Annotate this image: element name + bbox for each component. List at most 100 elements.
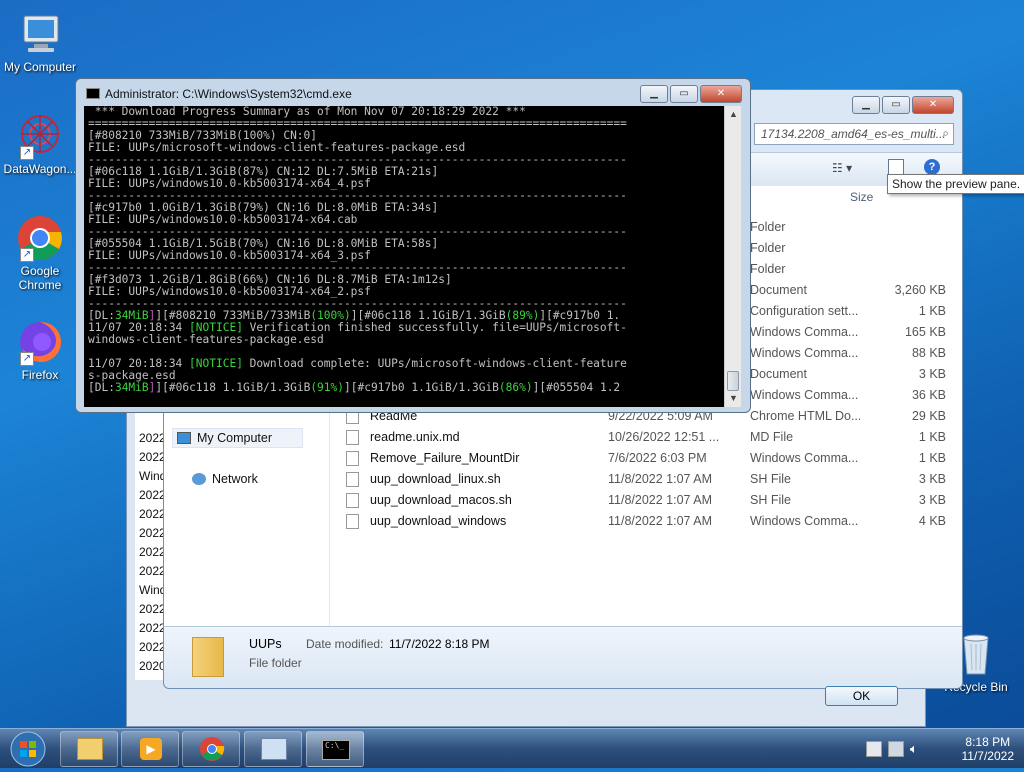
file-size: 1 KB <box>918 451 946 465</box>
scroll-thumb[interactable] <box>727 371 739 391</box>
file-size: 3 KB <box>918 493 946 507</box>
file-date: 11/8/2022 1:07 AM <box>608 493 713 507</box>
file-icon <box>346 472 359 487</box>
chrome-icon <box>200 737 225 761</box>
column-header-size[interactable]: Size <box>850 190 873 204</box>
file-type: Windows Comma... <box>750 325 859 339</box>
window-title: Administrator: C:\Windows\System32\cmd.e… <box>86 87 352 101</box>
nav-item-my-computer[interactable]: My Computer <box>172 428 304 448</box>
nav-item-label: My Computer <box>197 431 273 445</box>
desktop-icon-label: My Computer <box>3 60 77 74</box>
system-tray: 🔈︎ <box>866 741 926 757</box>
file-date: 11/8/2022 1:07 AM <box>608 514 713 528</box>
file-icon <box>346 451 359 466</box>
cmd-icon: C:\_ <box>322 740 350 760</box>
file-name: uup_download_windows <box>370 514 507 528</box>
search-box[interactable]: 17134.2208_amd64_es-es_multi... ⌕ <box>754 123 954 145</box>
close-button[interactable]: ✕ <box>912 96 954 114</box>
file-type: SH File <box>750 493 791 507</box>
shortcut-arrow-icon: ↗ <box>20 248 34 262</box>
search-icon[interactable]: ⌕ <box>942 126 949 141</box>
cmd-window: Administrator: C:\Windows\System32\cmd.e… <box>75 78 751 413</box>
file-row[interactable]: readme.unix.md 10/26/2022 12:51 ... MD Fil… <box>346 427 946 448</box>
maximize-button[interactable]: ▭ <box>882 96 910 114</box>
background-dialog-item: 2022 <box>139 488 166 502</box>
details-pane: UUPs File folder Date modified: 11/7/202… <box>164 626 962 688</box>
firefox-icon: ↗ <box>16 318 64 366</box>
console-output[interactable]: *** Download Progress Summary as of Mon … <box>84 106 724 407</box>
file-row[interactable]: Remove_Failure_MountDir 7/6/2022 6:03 PM W… <box>346 448 946 469</box>
clock-time: 8:18 PM <box>965 735 1011 749</box>
scroll-up-icon[interactable]: ▲ <box>725 106 742 123</box>
scroll-down-icon[interactable]: ▼ <box>725 390 742 407</box>
computer-icon <box>16 10 64 58</box>
preview-pane-icon[interactable] <box>888 159 904 175</box>
datawagon-icon: ↗ <box>16 112 64 160</box>
file-size: 4 KB <box>918 514 946 528</box>
desktop-icon-datawagon[interactable]: ↗ DataWagon... <box>0 112 80 176</box>
cmd-scrollbar[interactable]: ▲ ▼ <box>724 106 741 407</box>
volume-icon[interactable]: 🔈︎ <box>910 741 926 757</box>
search-placeholder: 17134.2208_amd64_es-es_multi... <box>761 127 946 141</box>
taskbar-cmd-button[interactable]: C:\_ <box>306 731 364 767</box>
file-icon <box>346 430 359 445</box>
file-date: 7/6/2022 6:03 PM <box>608 451 707 465</box>
network-app-icon <box>261 738 287 760</box>
folder-icon <box>192 637 224 677</box>
file-size: 88 KB <box>911 346 946 360</box>
console-notice-line: 11/07 20:18:34 [NOTICE] Download complet… <box>88 357 627 370</box>
taskbar-network-app-button[interactable] <box>244 731 302 767</box>
console-notice-line: windows-client-features-package.esd <box>88 333 324 346</box>
file-size: 3 KB <box>918 472 946 486</box>
taskbar-chrome-button[interactable] <box>182 731 240 767</box>
background-dialog-item: 2022 <box>139 545 166 559</box>
file-size: 29 KB <box>911 409 946 423</box>
desktop-icon-label: Firefox <box>21 368 59 382</box>
details-name: UUPs <box>249 637 282 651</box>
background-dialog-item: 2022 <box>139 602 166 616</box>
clock[interactable]: 8:18 PM 11/7/2022 <box>962 735 1015 763</box>
file-type: Windows Comma... <box>750 388 859 402</box>
file-type: MD File <box>750 430 794 444</box>
file-type: Document <box>750 367 807 381</box>
desktop-icon-my-computer[interactable]: My Computer <box>0 10 80 74</box>
file-row[interactable]: uup_download_windows 11/8/2022 1:07 AM Win… <box>346 511 946 532</box>
close-button[interactable]: ✕ <box>700 85 742 103</box>
network-status-icon[interactable] <box>888 741 904 757</box>
file-size: 1 KB <box>918 430 946 444</box>
action-center-icon[interactable] <box>866 741 882 757</box>
background-dialog-item: 2020 <box>139 659 166 673</box>
explorer-window-controls: ▁ ▭ ✕ <box>852 96 954 114</box>
help-icon[interactable]: ? <box>924 159 940 175</box>
windows-orb-icon <box>10 731 46 767</box>
file-size: 36 KB <box>911 388 946 402</box>
start-button[interactable] <box>4 729 52 769</box>
file-date: 11/8/2022 1:07 AM <box>608 472 713 486</box>
background-dialog-item: 2022 <box>139 450 166 464</box>
desktop-icon-label: Google Chrome <box>18 264 62 292</box>
file-type: Folder <box>750 262 786 276</box>
minimize-button[interactable]: ▁ <box>852 96 880 114</box>
file-row[interactable]: uup_download_macos.sh 11/8/2022 1:07 AM SH… <box>346 490 946 511</box>
details-type: File folder <box>249 656 302 670</box>
console-summary: *** Download Progress Summary as of Mon … <box>88 106 627 310</box>
nav-item-network[interactable]: Network <box>192 472 258 486</box>
background-dialog-item: 2022 <box>139 640 166 654</box>
file-size: 3 KB <box>918 367 946 381</box>
file-size: 1 KB <box>918 304 946 318</box>
desktop-icon-chrome[interactable]: ↗ Google Chrome <box>0 214 80 292</box>
taskbar-explorer-button[interactable] <box>60 731 118 767</box>
details-date: 11/7/2022 8:18 PM <box>389 637 490 651</box>
taskbar-media-player-button[interactable]: ▶ <box>121 731 179 767</box>
file-type: Document <box>750 283 807 297</box>
network-icon <box>192 473 206 485</box>
maximize-button[interactable]: ▭ <box>670 85 698 103</box>
minimize-button[interactable]: ▁ <box>640 85 668 103</box>
file-name: uup_download_macos.sh <box>370 493 512 507</box>
file-row[interactable]: uup_download_linux.sh 11/8/2022 1:07 AM SH… <box>346 469 946 490</box>
window-title-text: Administrator: C:\Windows\System32\cmd.e… <box>105 87 352 101</box>
ok-button[interactable]: OK <box>825 686 898 706</box>
view-options-icon[interactable]: ☷ ▾ <box>832 161 852 175</box>
desktop-icon-firefox[interactable]: ↗ Firefox <box>0 318 80 382</box>
background-dialog-item: 2022 <box>139 564 166 578</box>
